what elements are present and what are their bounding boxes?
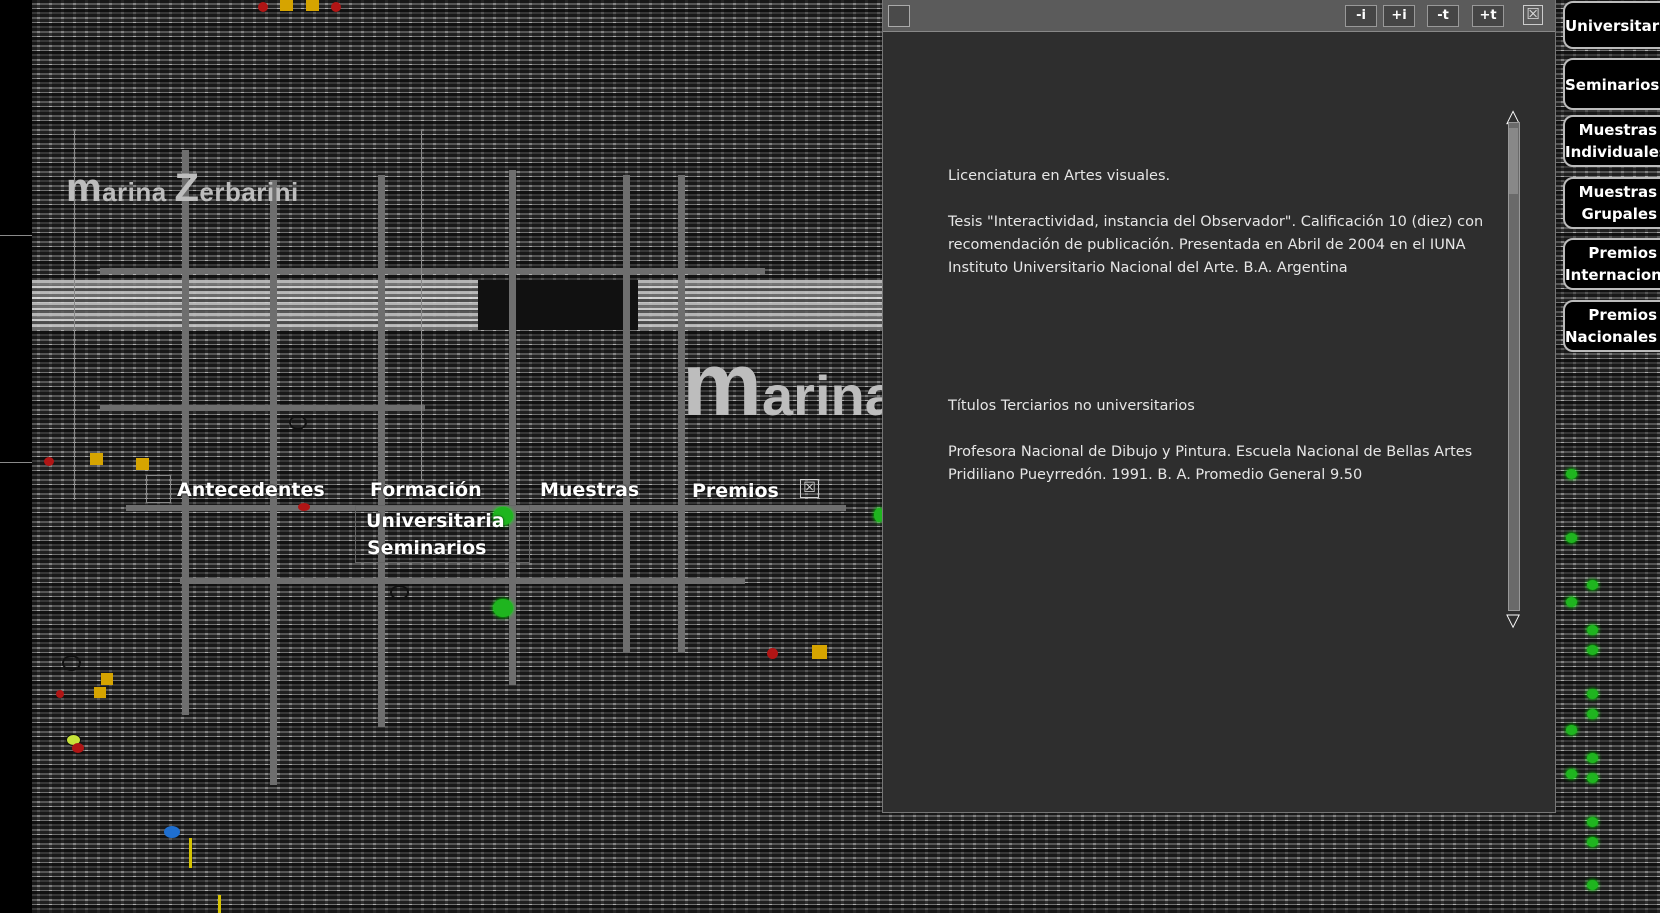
deco-ring <box>62 655 81 671</box>
deco-ring <box>289 415 307 430</box>
side-tab-seminarios[interactable]: Seminarios <box>1563 58 1660 110</box>
decrease-image-button[interactable]: -i <box>1345 5 1377 27</box>
decrease-text-button[interactable]: -t <box>1427 5 1459 27</box>
deco-square <box>812 645 827 659</box>
window-close-icon[interactable]: ☒ <box>1523 5 1543 25</box>
side-tab-label: Seminarios <box>1565 76 1660 94</box>
side-tab-label: Muestras <box>1578 183 1657 201</box>
deco-dot <box>258 2 268 12</box>
paragraph-profesora: Profesora Nacional de Dibujo y Pintura. … <box>948 444 1473 483</box>
window-menu-box[interactable] <box>888 5 910 27</box>
deco-dot <box>1587 580 1598 590</box>
scrollbar-thumb[interactable] <box>1509 128 1518 194</box>
side-tab-label: Individuales <box>1565 143 1660 161</box>
deco-dot <box>1587 709 1598 719</box>
nav-antecedentes[interactable]: Antecedentes <box>177 479 325 501</box>
side-tab-label: Grupales <box>1581 205 1658 223</box>
side-tab-label: Muestras <box>1578 121 1657 139</box>
deco-line <box>189 838 192 868</box>
deco-dot <box>1587 689 1598 699</box>
deco-square <box>90 453 103 465</box>
side-tab-premios-internacionales[interactable]: Premios Internacionales <box>1563 238 1660 290</box>
deco-bar <box>180 578 745 584</box>
side-tab-label: Universitaria <box>1565 17 1660 35</box>
deco-square <box>94 687 106 698</box>
deco-dot <box>1587 817 1598 827</box>
deco-bar <box>378 175 385 727</box>
deco-line <box>0 235 32 236</box>
background-band-gap <box>478 280 638 330</box>
side-tab-label: Nacionales <box>1565 328 1658 346</box>
site-logo: marina Zerbarini <box>66 166 299 210</box>
paragraph-licenciatura: Licenciatura en Artes visuales. <box>948 168 1171 184</box>
deco-dot <box>493 599 513 617</box>
nav-start-box <box>146 475 171 503</box>
deco-line <box>218 895 221 913</box>
deco-bar <box>100 268 765 274</box>
deco-dot <box>1587 837 1598 847</box>
increase-image-button[interactable]: +i <box>1383 5 1415 27</box>
nav-formacion[interactable]: Formación <box>370 479 482 501</box>
deco-line <box>0 462 32 463</box>
scrollbar-track[interactable] <box>1508 122 1520 611</box>
deco-dot <box>1566 597 1577 607</box>
side-tab-label: Premios <box>1588 306 1657 324</box>
deco-ring <box>390 585 409 600</box>
deco-dot <box>56 690 64 698</box>
nav-muestras[interactable]: Muestras <box>540 479 639 501</box>
scroll-down-icon[interactable]: ▽ <box>1503 612 1523 630</box>
deco-square <box>101 673 113 685</box>
deco-square <box>136 458 149 470</box>
side-tab-label: Premios <box>1588 244 1657 262</box>
deco-dot <box>1587 753 1598 763</box>
increase-text-button[interactable]: +t <box>1472 5 1504 27</box>
submenu-universitaria[interactable]: Universitaria <box>366 510 505 532</box>
deco-dot <box>1566 469 1577 479</box>
side-tab-universitaria[interactable]: Universitaria <box>1563 1 1660 49</box>
deco-dot <box>72 743 84 753</box>
deco-dot <box>164 826 180 838</box>
deco-dot <box>1587 645 1598 655</box>
submenu-seminarios[interactable]: Seminarios <box>367 537 486 559</box>
content-window: -i +i -t +t ☒ Licenciatura en Artes visu… <box>882 0 1556 813</box>
nav-premios[interactable]: Premios <box>692 480 779 502</box>
deco-dot <box>1587 880 1598 890</box>
deco-dot <box>1587 773 1598 783</box>
large-logo-watermark: marina <box>682 345 882 428</box>
side-tab-premios-nacionales[interactable]: Premios Nacionales <box>1563 300 1660 352</box>
deco-square <box>280 0 293 11</box>
deco-dot <box>1587 625 1598 635</box>
deco-dot <box>1566 769 1577 779</box>
paragraph-tesis: Tesis "Interactividad, instancia del Obs… <box>948 214 1484 276</box>
side-tab-label: Internacionales <box>1565 266 1660 284</box>
deco-dot <box>44 457 54 466</box>
side-tab-muestras-grupales[interactable]: Muestras Grupales <box>1563 177 1660 229</box>
nav-close-icon[interactable]: ☒ <box>800 479 819 498</box>
deco-dot <box>767 648 778 659</box>
window-titlebar[interactable]: -i +i -t +t ☒ <box>883 0 1555 32</box>
deco-bar <box>182 150 189 715</box>
side-tab-muestras-individuales[interactable]: Muestras Individuales <box>1563 115 1660 167</box>
deco-dot <box>1566 725 1577 735</box>
deco-dot <box>331 2 341 12</box>
background-band <box>32 280 882 330</box>
deco-bar <box>100 405 425 411</box>
deco-line <box>421 130 422 480</box>
content-text: Licenciatura en Artes visuales. Tesis "I… <box>948 165 1493 510</box>
deco-square <box>306 0 319 11</box>
deco-dot <box>298 503 310 511</box>
deco-dot <box>1566 533 1577 543</box>
paragraph-titulos-heading: Títulos Terciarios no universitarios <box>948 398 1195 414</box>
